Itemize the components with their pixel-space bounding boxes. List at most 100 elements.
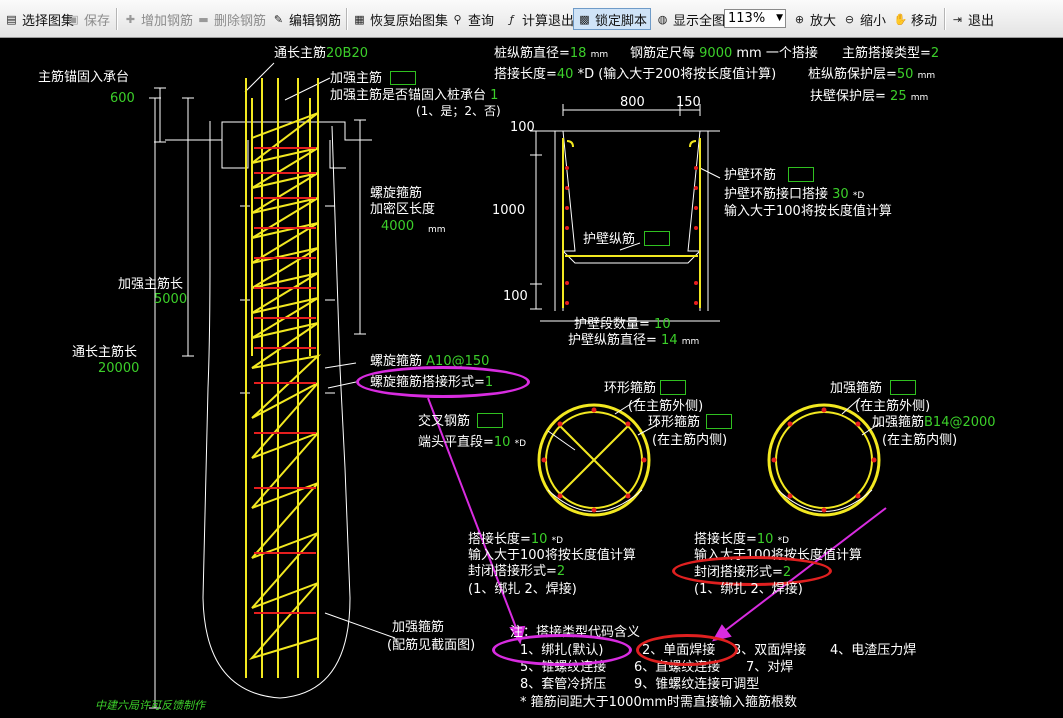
cross-rebar-input[interactable] [477,413,503,428]
fixed-length-value[interactable]: 9000 [699,46,732,61]
cross-rebar-label: 交叉钢筋 [418,414,471,429]
anchor-value: 600 [110,91,135,106]
main-lap-type-row: 主筋搭接类型=2 [842,47,939,61]
legend-bind-highlight [492,634,632,666]
ring-lap-hint: 输入大于100将按长度值计算 [724,204,892,219]
ring-lap-unit: *D [852,191,865,201]
calc-exit-button[interactable]: ƒ 计算退出 [504,9,574,29]
select-icon: ▤ [6,12,17,26]
stiffener-inner-spec[interactable]: B14@2000 [924,415,996,430]
wall-dim-150: 150 [676,95,701,110]
left-closed-lap-label: 封闭搭接形式= [468,564,557,579]
stiffener-outer-label: 加强箍筋 [830,381,883,396]
wall-cover-row: 扶壁保护层= 25 mm [810,90,928,105]
wall-long-rebar-label: 护壁纵筋 [583,232,636,247]
legend-item-4: 4、电渣压力焊 [830,643,917,658]
legend-note: * 箍筋间距大于1000mm时需直接输入箍筋根数 [520,695,798,710]
wall-long-dia-row: 护壁纵筋直径= 14 mm [568,334,699,349]
left-closed-lap-hint: (1、绑扎 2、焊接) [468,582,577,597]
pile-long-dia-value[interactable]: 18 [570,46,587,61]
zoom-select[interactable]: 113% ▼ [724,9,786,28]
delete-icon: ▬ [198,12,209,26]
fixed-length-label: 钢筋定尺每 [630,46,696,61]
stiffener-hint: (配筋见截面图) [387,638,476,653]
move-label: 移动 [911,13,938,29]
long-cover-value[interactable]: 50 [897,67,914,82]
toolbar-separator [116,8,118,30]
zoom-out-label: 缩小 [860,13,887,29]
restore-drawing-button[interactable]: ▦ 恢复原始图集 [352,9,448,29]
spiral-dense-value[interactable]: 4000 [381,220,414,234]
query-button[interactable]: ⚲ 查询 [450,9,494,29]
pile-segment-top [221,140,249,169]
toolbar-separator [944,8,946,30]
delete-rebar-button[interactable]: ▬ 删除钢筋 [196,9,266,29]
lap-length-row: 搭接长度=40 *D (输入大于200将按长度值计算) [494,68,776,82]
end-straight-value[interactable]: 10 [494,435,511,450]
lock-script-button[interactable]: ▩ 锁定脚本 [573,8,652,30]
ring-stirrup-outer-hint: (在主筋外侧) [628,399,704,414]
lap-length-hint: *D (输入大于200将按长度值计算) [577,67,777,82]
left-lap-length-row: 搭接长度=10 *D [468,533,563,548]
left-lap-length-unit: *D [551,536,564,546]
segment-count-label: 护壁段数量= [574,317,650,332]
exit-button[interactable]: ⇥ 退出 [950,9,994,29]
zoom-in-button[interactable]: ⊕ 放大 [792,9,836,29]
left-lap-hint: 输入大于100将按长度值计算 [468,548,636,563]
function-icon: ƒ [509,12,514,26]
wall-dim-100-bottom: 100 [503,289,528,304]
wall-long-dia-value[interactable]: 14 [661,333,678,348]
reinforced-main-label: 加强主筋 [330,71,383,86]
through-main-rebar-spec: 20B20 [326,46,369,61]
reinforced-anchor-value[interactable]: 1 [490,88,498,103]
edit-icon: ✎ [273,12,284,26]
left-closed-lap-row: 封闭搭接形式=2 [468,565,565,579]
left-closed-lap-value[interactable]: 2 [557,564,565,579]
save-button[interactable]: ▣ 保存 [66,9,110,29]
reinforced-length-value[interactable]: 5000 [154,293,187,307]
reinforced-main-input[interactable] [390,71,416,85]
lap-length-value[interactable]: 40 [557,67,574,82]
wall-dim-100-top: 100 [510,120,535,135]
ring-stirrup-outer-input[interactable] [660,380,686,395]
edit-rebar-button[interactable]: ✎ 编辑钢筋 [271,9,341,29]
add-rebar-button[interactable]: ✚ 增加钢筋 [123,9,193,29]
through-length-label: 通长主筋长 [72,345,138,360]
calc-exit-label: 计算退出 [522,13,575,29]
drawing-canvas[interactable]: 通长主筋20B20 主筋锚固入承台 600 加强主筋 加强主筋是否锚固入桩承台 … [0,38,1063,718]
ring-stirrup-inner-label: 环形箍筋 [648,415,701,430]
ring-stirrup-inner-input[interactable] [706,414,732,429]
spiral-lap-highlight [356,366,530,398]
wall-dim-1000: 1000 [492,203,526,218]
right-lap-length-value[interactable]: 10 [757,532,774,547]
move-button[interactable]: ✋ 移动 [893,9,937,29]
zoom-out-button[interactable]: ⊖ 缩小 [842,9,886,29]
wall-long-rebar-input[interactable] [644,231,670,246]
wall-long-dia-unit: mm [681,337,700,347]
right-lap-length-label: 搭接长度= [694,532,757,547]
spiral-dense-unit: mm [428,225,446,235]
ring-lap-label: 护壁环筋接口搭接 [724,187,829,202]
select-drawing-button[interactable]: ▤ 选择图集 [4,9,74,29]
end-straight-row: 端头平直段=10 *D [418,436,526,451]
toolbar-separator [346,8,348,30]
ring-stirrup-outer-label: 环形箍筋 [604,381,657,396]
segment-count-value[interactable]: 10 [654,317,671,332]
wall-cover-value[interactable]: 25 [890,89,907,104]
show-full-button[interactable]: ◍ 显示全图 [655,9,725,29]
stiffener-outer-hint: (在主筋外侧) [855,399,931,414]
wall-ring-rebar-input[interactable] [788,167,814,182]
wall-long-dia-label: 护壁纵筋直径= [568,333,657,348]
show-full-label: 显示全图 [673,13,726,29]
ring-stirrup-inner-hint: (在主筋内侧) [652,433,728,448]
end-straight-label: 端头平直段= [418,435,494,450]
left-lap-length-value[interactable]: 10 [531,532,548,547]
stiffener-inner-row: 加强箍筋B14@2000 [872,416,996,430]
stiffener-outer-input[interactable] [890,380,916,395]
through-length-value[interactable]: 20000 [98,362,139,376]
save-label: 保存 [84,13,111,29]
ring-lap-value[interactable]: 30 [832,187,849,202]
main-lap-type-value[interactable]: 2 [931,46,939,61]
fixed-length-suffix: mm 一个搭接 [736,46,818,61]
exit-label: 退出 [968,13,995,29]
